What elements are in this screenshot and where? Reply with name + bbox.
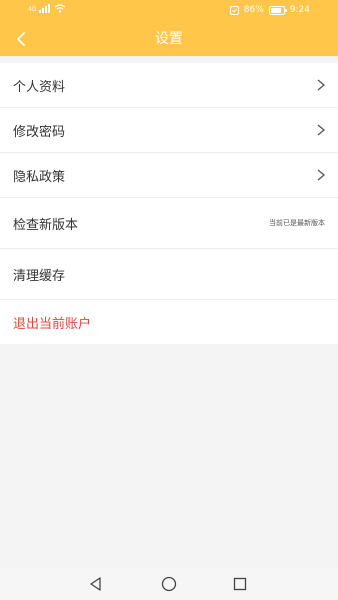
status-left: 4G: [28, 4, 66, 13]
settings-item-check-version[interactable]: 检查新版本 当前已是最新版本: [0, 198, 338, 249]
chevron-right-icon: [316, 153, 326, 197]
clock: 9:24: [289, 5, 310, 15]
header-bar: 设置: [0, 22, 338, 56]
page-title: 设置: [155, 31, 183, 47]
nav-home-button[interactable]: [159, 574, 179, 594]
status-right: 86% 9:24: [229, 5, 310, 16]
battery-percent: 86%: [243, 5, 264, 15]
settings-item-privacy-policy[interactable]: 隐私政策: [0, 153, 338, 198]
settings-item-label: 隐私政策: [13, 169, 66, 185]
settings-item-label: 修改密码: [13, 124, 66, 140]
settings-item-change-password[interactable]: 修改密码: [0, 108, 338, 153]
network-type: 4G: [28, 6, 37, 13]
chevron-right-icon: [316, 63, 326, 107]
back-triangle-icon: [90, 577, 101, 591]
recents-square-icon: [233, 577, 247, 591]
settings-list: 个人资料 修改密码 隐私政策 检查新版本 当前已是最新版本 清理缓存 退出当前账…: [0, 63, 338, 344]
wifi-icon: [55, 4, 66, 13]
settings-item-label: 清理缓存: [13, 268, 66, 284]
settings-item-label: 检查新版本: [13, 217, 79, 233]
alarm-icon: [229, 6, 239, 15]
battery-icon: [268, 6, 287, 15]
settings-item-label: 个人资料: [13, 79, 66, 95]
logout-button[interactable]: 退出当前账户: [0, 300, 338, 344]
nav-recents-button[interactable]: [230, 574, 250, 594]
signal-icon: [39, 4, 51, 13]
chevron-right-icon: [316, 108, 326, 152]
status-bar: 4G 86% 9:24: [0, 0, 338, 22]
battery-fill: [270, 8, 282, 13]
battery-tip: [284, 9, 287, 12]
home-circle-icon: [161, 576, 177, 592]
settings-item-clear-cache[interactable]: 清理缓存: [0, 249, 338, 300]
system-nav-bar: [0, 568, 338, 600]
logout-label: 退出当前账户: [13, 316, 92, 332]
settings-item-profile[interactable]: 个人资料: [0, 63, 338, 108]
nav-back-button[interactable]: [86, 574, 106, 594]
version-status: 当前已是最新版本: [269, 219, 325, 227]
